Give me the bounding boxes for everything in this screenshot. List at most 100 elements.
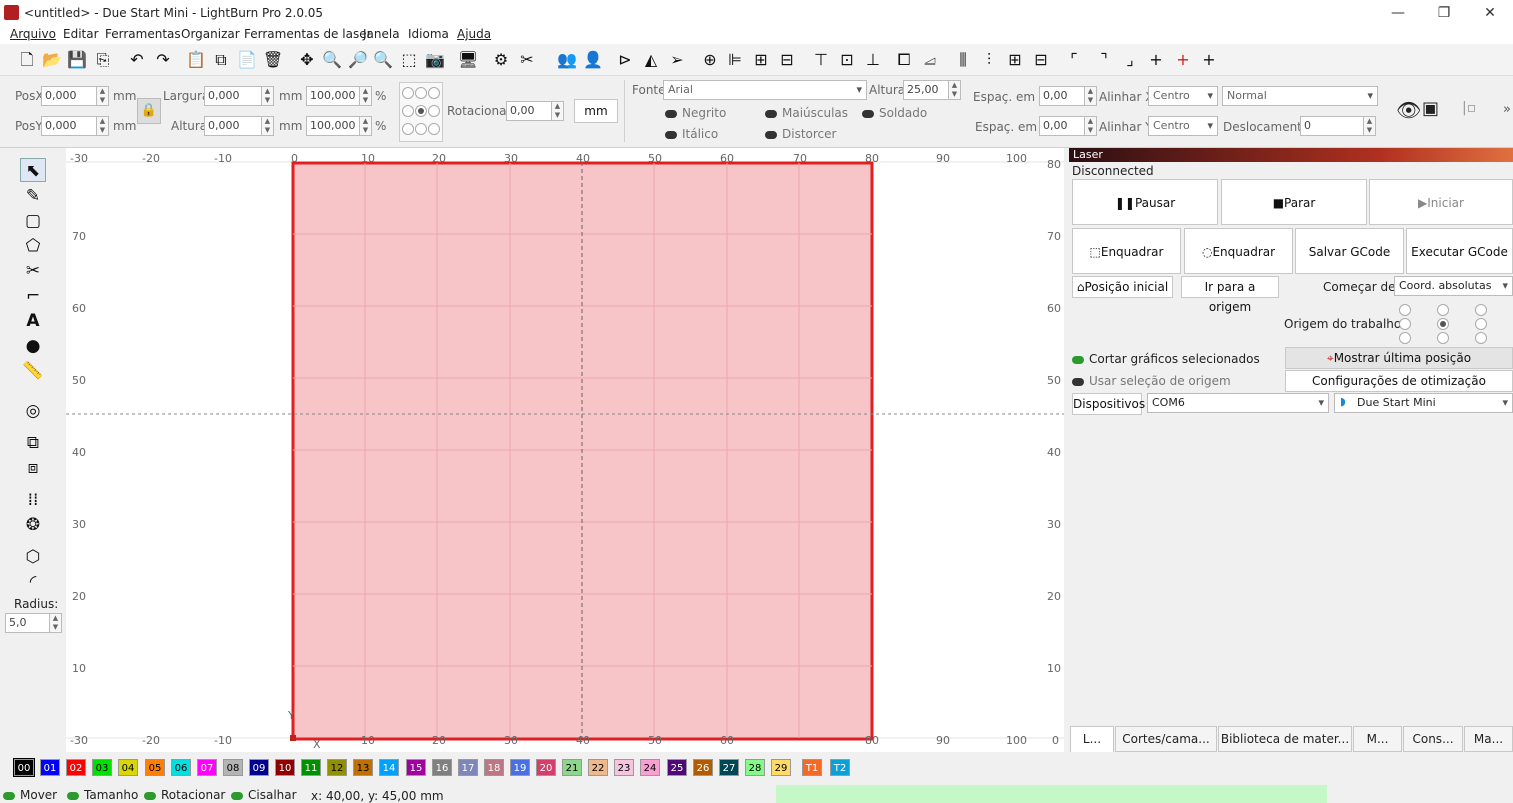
- tools-icon[interactable]: ✂: [516, 49, 538, 71]
- arrange-icon[interactable]: ⌟: [1119, 49, 1141, 71]
- vspace-input[interactable]: 0,00: [1039, 116, 1085, 136]
- palette-swatch-25[interactable]: 25: [667, 759, 687, 776]
- palette-swatch-17[interactable]: 17: [458, 759, 478, 776]
- align-bottom-icon[interactable]: ⊥: [862, 49, 884, 71]
- upper-toggle[interactable]: Maiúsculas: [765, 106, 848, 120]
- save-gcode-button[interactable]: Salvar GCode: [1295, 228, 1404, 274]
- palette-swatch-18[interactable]: 18: [484, 759, 504, 776]
- corner-icon[interactable]: ⌜: [1063, 49, 1085, 71]
- palette-swatch-04[interactable]: 04: [118, 759, 138, 776]
- menu-editar[interactable]: Editar: [63, 27, 99, 41]
- zoom-in-alt-icon[interactable]: 🔎: [347, 49, 369, 71]
- distribute-h-icon[interactable]: ⧠: [893, 49, 915, 71]
- text-mode-select[interactable]: Normal: [1222, 86, 1378, 106]
- scale-height-input[interactable]: 100,000: [306, 116, 360, 136]
- job-origin-grid[interactable]: [1397, 302, 1511, 346]
- target-icon[interactable]: ⊕: [699, 49, 721, 71]
- monitor-icon[interactable]: 🖥: [457, 49, 479, 71]
- posx-input[interactable]: 0,000: [41, 86, 97, 106]
- group-icon[interactable]: 👥: [556, 49, 578, 71]
- preview-eye-icon[interactable]: 👁: [1396, 98, 1421, 122]
- scale-width-spinner[interactable]: ▲ ▼: [360, 86, 372, 106]
- palette-swatch-26[interactable]: 26: [693, 759, 713, 776]
- palette-swatch-19[interactable]: 19: [510, 759, 530, 776]
- laser-head-icon[interactable]: ▣: [1422, 98, 1439, 119]
- boolean-union-icon[interactable]: ⧉: [20, 431, 46, 455]
- position-pin-icon[interactable]: ●: [20, 334, 46, 358]
- palette-swatch-06[interactable]: 06: [171, 759, 191, 776]
- mode-shear[interactable]: Cisalhar: [231, 788, 297, 802]
- palette-swatch-02[interactable]: 02: [66, 759, 86, 776]
- menu-ferramentas[interactable]: Ferramentas: [105, 27, 181, 41]
- vspace-spinner[interactable]: ▲ ▼: [1085, 116, 1097, 136]
- minimize-button[interactable]: —: [1375, 2, 1421, 24]
- palette-swatch-28[interactable]: 28: [745, 759, 765, 776]
- save-icon[interactable]: 💾: [66, 49, 88, 71]
- circular-array-icon[interactable]: ❂: [20, 513, 46, 537]
- mode-size[interactable]: Tamanho: [67, 788, 138, 802]
- send-icon[interactable]: ➢: [666, 49, 688, 71]
- center-v-icon[interactable]: ⊟: [1030, 49, 1052, 71]
- radius-input[interactable]: 5,0: [5, 613, 50, 633]
- scale-height-spinner[interactable]: ▲ ▼: [360, 116, 372, 136]
- fillet-tool-icon[interactable]: ◜: [20, 570, 46, 594]
- units-toggle-button[interactable]: mm: [574, 99, 618, 123]
- home-button[interactable]: ⌂Posição inicial: [1072, 276, 1173, 298]
- space-h-icon[interactable]: ⫼: [952, 49, 974, 71]
- palette-swatch-27[interactable]: 27: [719, 759, 739, 776]
- mode-move[interactable]: Mover: [3, 788, 57, 802]
- offset-spinner[interactable]: ▲ ▼: [1364, 116, 1376, 136]
- welded-toggle[interactable]: Soldado: [862, 106, 927, 120]
- anchor-grid[interactable]: [399, 82, 443, 142]
- move-icon[interactable]: ✥: [296, 49, 318, 71]
- user-icon[interactable]: 👤: [582, 49, 604, 71]
- palette-swatch-09[interactable]: 09: [249, 759, 269, 776]
- posy-input[interactable]: 0,000: [41, 116, 97, 136]
- height-spinner[interactable]: ▲ ▼: [262, 116, 274, 136]
- palette-swatch-03[interactable]: 03: [92, 759, 112, 776]
- hspace-spinner[interactable]: ▲ ▼: [1085, 86, 1097, 106]
- width-spinner[interactable]: ▲ ▼: [262, 86, 274, 106]
- tab-console[interactable]: Cons...: [1403, 726, 1463, 752]
- tab-move[interactable]: M...: [1353, 726, 1402, 752]
- go-to-origin-button[interactable]: Ir para a origem: [1181, 276, 1279, 314]
- device-select[interactable]: ◗ Due Start Mini: [1334, 393, 1513, 413]
- palette-swatch-10[interactable]: 10: [275, 759, 295, 776]
- tab-cuts-layers[interactable]: Cortes/cama...: [1115, 726, 1217, 752]
- frame-button[interactable]: ⬚Enquadrar: [1072, 228, 1181, 274]
- scale-width-input[interactable]: 100,000: [306, 86, 360, 106]
- devices-button[interactable]: Dispositivos: [1072, 393, 1145, 415]
- radius-spinner[interactable]: ▲ ▼: [50, 613, 62, 633]
- paste-icon[interactable]: 📄: [236, 49, 258, 71]
- frame-circle-button[interactable]: ◌Enquadrar: [1184, 228, 1293, 274]
- redo-icon[interactable]: ↷: [152, 49, 174, 71]
- palette-swatch-20[interactable]: 20: [536, 759, 556, 776]
- palette-swatch-13[interactable]: 13: [353, 759, 373, 776]
- boolean-intersect-icon[interactable]: ⧈: [20, 456, 46, 480]
- more-chevron-icon[interactable]: »: [1503, 102, 1511, 117]
- camera-icon[interactable]: 📷: [424, 49, 446, 71]
- text-tool-icon[interactable]: A: [20, 309, 46, 333]
- start-from-select[interactable]: Coord. absolutas: [1394, 276, 1513, 296]
- palette-swatch-08[interactable]: 08: [223, 759, 243, 776]
- palette-swatch-21[interactable]: 21: [562, 759, 582, 776]
- save-as-icon[interactable]: ⎘: [92, 49, 114, 71]
- optimization-settings-button[interactable]: Configurações de otimização: [1285, 370, 1513, 392]
- cut-selected-toggle[interactable]: Cortar gráficos selecionados: [1072, 352, 1260, 366]
- grid-array-icon[interactable]: ⁞⁞: [20, 488, 46, 512]
- space-v-icon[interactable]: ⫶: [978, 49, 1000, 71]
- palette-swatch-29[interactable]: 29: [771, 759, 791, 776]
- distribute-v-icon[interactable]: ⧡: [919, 49, 941, 71]
- palette-swatch-22[interactable]: 22: [588, 759, 608, 776]
- align-panel-icon[interactable]: |▫: [1462, 100, 1476, 116]
- copy-icon[interactable]: ⧉: [210, 49, 232, 71]
- align-right-icon[interactable]: ⊟: [776, 49, 798, 71]
- height-input[interactable]: 0,000: [204, 116, 262, 136]
- edit-nodes-icon[interactable]: ⬡: [20, 545, 46, 569]
- palette-swatch-01[interactable]: 01: [40, 759, 60, 776]
- show-last-position-button[interactable]: ⌖Mostrar última posição: [1285, 347, 1513, 369]
- mode-rotate[interactable]: Rotacionar: [144, 788, 225, 802]
- zoom-in-icon[interactable]: 🔍: [321, 49, 343, 71]
- italic-toggle[interactable]: Itálico: [665, 127, 718, 141]
- palette-swatch-00[interactable]: 00: [13, 758, 35, 777]
